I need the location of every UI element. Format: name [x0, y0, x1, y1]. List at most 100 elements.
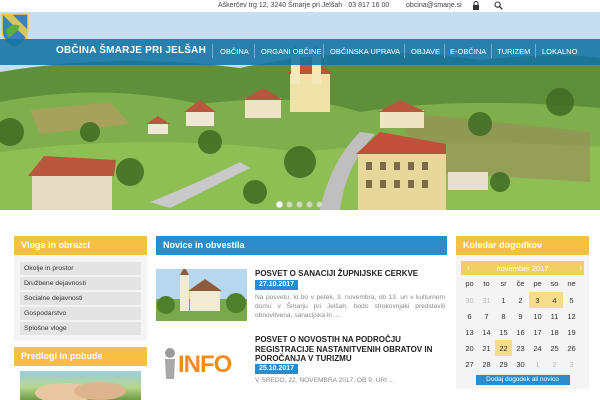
calendar-day[interactable]: 24	[529, 340, 546, 356]
news-excerpt: V SREDO, 22. NOVEMBRA 2017, OB 9. URI ..…	[255, 377, 395, 384]
calendar-day[interactable]: 30	[512, 356, 529, 372]
chevron-left-icon[interactable]: ‹	[463, 263, 474, 273]
calendar-weekday: to	[483, 279, 490, 288]
news-title[interactable]: POSVET O SANACIJI ŽUPNIJSKE CERKVE	[255, 269, 445, 279]
calendar-box: Koledar dogodkov ‹ november 2017 › po to s…	[456, 236, 589, 389]
calendar-day[interactable]: 1	[495, 292, 512, 308]
nav-item-obcina[interactable]: OBČINA	[220, 47, 249, 56]
calendar-weekday: sr	[500, 279, 507, 288]
calendar-day[interactable]: 2	[512, 292, 529, 308]
calendar-day[interactable]: 9	[512, 308, 529, 324]
calendar-day[interactable]: 13	[461, 324, 478, 340]
calendar-day[interactable]: 26	[563, 340, 580, 356]
news-title[interactable]: POSVET O NOVOSTIH NA PODROČJU REGISTRACI…	[255, 335, 445, 364]
vloge-heading: Vloge in obrazci	[14, 236, 147, 255]
calendar-day[interactable]: 22	[495, 340, 512, 356]
main-nav: OBČINA ŠMARJE PRI JELŠAH OBČINA ORGANI O…	[0, 39, 600, 65]
calendar-month-bar: ‹ november 2017 ›	[461, 261, 584, 275]
calendar-day[interactable]: 28	[478, 356, 495, 372]
news-section: Novice in obvestila POSVET O SANACIJI ŽU…	[156, 236, 447, 391]
calendar-day[interactable]: 16	[512, 324, 529, 340]
calendar-day[interactable]: 3	[529, 292, 546, 308]
calendar-day[interactable]: 15	[495, 324, 512, 340]
calendar-day[interactable]: 27	[461, 356, 478, 372]
page: Aškerčev trg 12, 3240 Šmarje pri Jelšah …	[0, 0, 600, 400]
calendar: ‹ november 2017 › po to sr če pe so ne 30 31 1 2 3 4…	[456, 255, 589, 389]
calendar-day[interactable]: 8	[495, 308, 512, 324]
address-text: Aškerčev trg 12, 3240 Šmarje pri Jelšah …	[218, 2, 390, 9]
vloge-list: Okolje in prostor Družbene dejavnosti So…	[14, 255, 147, 341]
calendar-day[interactable]: 23	[512, 340, 529, 356]
slider-dot[interactable]	[306, 201, 313, 208]
calendar-day[interactable]: 5	[563, 292, 580, 308]
news-thumbnail[interactable]: INFO	[156, 339, 247, 391]
site-title[interactable]: OBČINA ŠMARJE PRI JELŠAH	[56, 45, 206, 56]
calendar-day[interactable]: 21	[478, 340, 495, 356]
calendar-day[interactable]: 6	[461, 308, 478, 324]
calendar-weekday: če	[516, 279, 525, 288]
calendar-day[interactable]: 25	[546, 340, 563, 356]
hero-slider[interactable]: OBČINA ŠMARJE PRI JELŠAH OBČINA ORGANI O…	[0, 12, 600, 210]
slider-dot[interactable]	[316, 201, 323, 208]
calendar-weekday: pe	[533, 279, 542, 288]
nav-item-obcinska-uprava[interactable]: OBČINSKA UPRAVA	[330, 47, 400, 56]
nav-divider	[444, 44, 445, 58]
predlogi-image[interactable]	[20, 371, 141, 400]
nav-item-objave[interactable]: OBJAVE	[411, 47, 440, 56]
calendar-day[interactable]: 12	[563, 308, 580, 324]
calendar-day[interactable]: 29	[495, 356, 512, 372]
news-excerpt: Na posvetu, ki bo v petek, 3. novembra, …	[255, 294, 445, 320]
calendar-day[interactable]: 19	[563, 324, 580, 340]
sidebar-item-socialne[interactable]: Socialne dejavnosti	[20, 292, 141, 305]
search-icon[interactable]	[494, 1, 503, 10]
add-event-button[interactable]: Dodaj dogodek ali novico	[475, 375, 570, 385]
calendar-month-label: november 2017	[496, 264, 549, 273]
calendar-day[interactable]: 11	[546, 308, 563, 324]
calendar-day[interactable]: 14	[478, 324, 495, 340]
nav-divider	[212, 44, 213, 58]
vloge-box: Vloge in obrazci Okolje in prostor Družb…	[14, 236, 147, 341]
calendar-heading: Koledar dogodkov	[456, 236, 589, 255]
nav-item-organi-obcine[interactable]: ORGANI OBČINE	[261, 47, 321, 56]
top-bar: Aškerčev trg 12, 3240 Šmarje pri Jelšah …	[0, 0, 600, 12]
calendar-day[interactable]: 17	[529, 324, 546, 340]
calendar-day[interactable]: 4	[546, 292, 563, 308]
news-date: 27.10.2017	[255, 280, 299, 290]
nav-item-e-obcina[interactable]: E-OBČINA	[450, 47, 486, 56]
lock-icon[interactable]	[472, 1, 480, 11]
nav-divider	[535, 44, 536, 58]
slider-dot[interactable]	[276, 201, 283, 208]
calendar-day[interactable]: 30	[461, 292, 478, 308]
calendar-day[interactable]: 7	[478, 308, 495, 324]
sidebar-item-druzbene[interactable]: Družbene dejavnosti	[20, 277, 141, 290]
slider-dot[interactable]	[286, 201, 293, 208]
sidebar-item-okolje[interactable]: Okolje in prostor	[20, 262, 141, 275]
nav-item-lokalno[interactable]: LOKALNO	[542, 47, 577, 56]
news-heading: Novice in obvestila	[156, 236, 447, 255]
calendar-weekday: ne	[567, 279, 576, 288]
nav-divider	[491, 44, 492, 58]
sidebar-item-splosne[interactable]: Splošne vloge	[20, 322, 141, 335]
sidebar-item-gospodarstvo[interactable]: Gospodarstvo	[20, 307, 141, 320]
slider-dots	[276, 195, 326, 208]
nav-item-turizem[interactable]: TURIZEM	[497, 47, 530, 56]
slider-dot[interactable]	[296, 201, 303, 208]
calendar-day[interactable]: 1	[529, 356, 546, 372]
calendar-day[interactable]: 3	[563, 356, 580, 372]
calendar-day[interactable]: 31	[478, 292, 495, 308]
predlogi-box: Predlogi in pobude	[14, 347, 147, 366]
email-link[interactable]: obcina@smarje.si	[406, 2, 462, 9]
predlogi-heading[interactable]: Predlogi in pobude	[14, 347, 147, 366]
calendar-day[interactable]: 18	[546, 324, 563, 340]
nav-divider	[323, 44, 324, 58]
calendar-day[interactable]: 2	[546, 356, 563, 372]
calendar-day[interactable]: 10	[529, 308, 546, 324]
news-item[interactable]: INFO POSVET O NOVOSTIH NA PODROČJU REGIS…	[156, 335, 447, 397]
nav-divider	[404, 44, 405, 58]
chevron-right-icon[interactable]: ›	[571, 263, 582, 273]
calendar-weekday: so	[550, 279, 559, 288]
calendar-day[interactable]: 20	[461, 340, 478, 356]
news-item[interactable]: POSVET O SANACIJI ŽUPNIJSKE CERKVE 27.10…	[156, 269, 447, 331]
nav-divider	[254, 44, 255, 58]
news-thumbnail[interactable]	[156, 269, 247, 321]
